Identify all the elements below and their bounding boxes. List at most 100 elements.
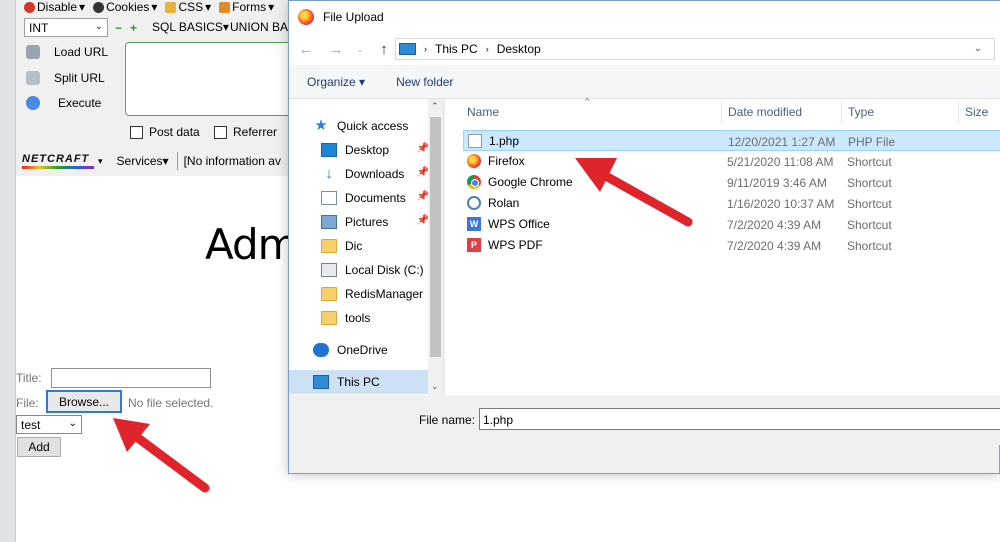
browse-button[interactable]: Browse... xyxy=(46,390,122,413)
sql-basics-menu[interactable]: SQL BASICS▾ xyxy=(152,20,229,34)
nav-item-dic[interactable]: Dic xyxy=(321,235,429,257)
screen: Disable ▾ Cookies ▾ CSS ▾ Forms ▾ INT ⌄ − + … xyxy=(0,0,1000,542)
disable-icon xyxy=(24,1,35,13)
star-icon: ★ xyxy=(314,117,328,134)
chevron-down-icon: ⌄ xyxy=(68,418,77,429)
file-upload-dialog: File Upload ← → ⌄ ↑ › This PC › Desktop … xyxy=(288,0,1000,474)
address-row: ← → ⌄ ↑ › This PC › Desktop ⌄ xyxy=(289,33,1000,65)
arrow-head-icon xyxy=(113,418,150,452)
nav-item-pictures[interactable]: Pictures 📌 xyxy=(321,211,429,233)
back-arrow-icon[interactable]: ← xyxy=(295,41,317,58)
split-url-button[interactable]: Split URL xyxy=(26,71,105,85)
column-divider[interactable] xyxy=(841,101,842,123)
nav-item-tools[interactable]: tools xyxy=(321,307,429,329)
divider xyxy=(176,152,178,170)
navigation-pane: ★ Quick access Desktop 📌 ↓ Downloads 📌 D… xyxy=(289,99,444,395)
breadcrumb-desktop[interactable]: Desktop xyxy=(497,42,541,56)
download-icon: ↓ xyxy=(325,165,333,182)
referrer-checkbox[interactable] xyxy=(214,125,227,139)
command-bar: Organize ▾ New folder xyxy=(289,65,1000,99)
scroll-down-icon[interactable]: ⌄ xyxy=(431,381,439,392)
minus-icon[interactable]: − xyxy=(115,21,122,35)
file-row-firefox[interactable]: Firefox 5/21/2020 11:08 AM Shortcut xyxy=(463,151,1000,172)
file-row-rolan[interactable]: Rolan 1/16/2020 10:37 AM Shortcut xyxy=(463,193,1000,214)
breadcrumb-separator-icon[interactable]: › xyxy=(486,44,489,54)
post-data-option[interactable]: Post data xyxy=(130,125,200,139)
dialog-titlebar[interactable]: File Upload xyxy=(289,1,1000,33)
referrer-option[interactable]: Referrer xyxy=(214,125,277,139)
nav-item-desktop[interactable]: Desktop 📌 xyxy=(321,139,429,161)
recent-chevron-icon[interactable]: ⌄ xyxy=(349,44,371,55)
scrollbar-thumb[interactable] xyxy=(430,117,441,357)
nav-quick-access[interactable]: ★ Quick access xyxy=(313,115,443,137)
breadcrumb-separator-icon[interactable]: › xyxy=(424,44,427,54)
column-divider[interactable] xyxy=(958,101,959,123)
toolbar-forms[interactable]: Forms ▾ xyxy=(219,0,274,14)
chevron-down-icon[interactable]: ⌄ xyxy=(974,43,982,54)
column-name[interactable]: Name xyxy=(467,105,499,119)
picture-icon xyxy=(321,215,337,229)
nav-item-this-pc[interactable]: This PC xyxy=(313,371,443,393)
firefox-icon xyxy=(467,154,481,168)
drive-icon xyxy=(321,263,337,277)
column-size[interactable]: Size xyxy=(965,105,988,119)
union-menu[interactable]: UNION BAS xyxy=(230,20,296,34)
toolbar-css[interactable]: CSS ▾ xyxy=(165,0,211,14)
netcraft-toolbar: NETCRAFT ▾ Services▾ [No information av xyxy=(16,148,306,174)
php-file-icon xyxy=(468,134,482,148)
chevron-down-icon[interactable]: ▾ xyxy=(98,156,103,167)
add-button[interactable]: Add xyxy=(17,437,61,457)
column-date-modified[interactable]: Date modified xyxy=(728,105,802,119)
organize-menu[interactable]: Organize ▾ xyxy=(307,75,365,89)
nav-item-local-disk[interactable]: Local Disk (C:) xyxy=(321,259,429,281)
execute-button[interactable]: Execute xyxy=(26,96,101,110)
wps-icon: W xyxy=(467,217,481,231)
title-label: Title: xyxy=(16,371,42,385)
computer-icon xyxy=(313,375,329,389)
netcraft-logo[interactable]: NETCRAFT xyxy=(22,153,94,169)
new-folder-button[interactable]: New folder xyxy=(396,75,453,89)
breadcrumb-this-pc[interactable]: This PC xyxy=(435,42,478,56)
site-info-text: [No information av xyxy=(183,154,281,168)
arrow-to-browse-button xyxy=(125,427,210,493)
file-name-input[interactable]: 1.php xyxy=(479,408,1000,430)
folder-icon xyxy=(321,311,337,325)
up-arrow-icon[interactable]: ↑ xyxy=(373,41,395,58)
toolbar-cookies[interactable]: Cookies ▾ xyxy=(93,0,157,14)
file-label: File: xyxy=(16,396,39,410)
file-list: ^ Name Date modified Type Size 1.php 12/… xyxy=(445,96,1000,395)
nav-scrollbar[interactable]: ⌃ ⌄ xyxy=(428,99,443,395)
forward-arrow-icon[interactable]: → xyxy=(325,41,347,58)
encoding-select[interactable]: INT ⌄ xyxy=(24,18,108,37)
cloud-icon xyxy=(313,343,329,357)
increment-controls: − + xyxy=(115,21,137,35)
toolbar-disable[interactable]: Disable ▾ xyxy=(24,0,85,14)
column-divider[interactable] xyxy=(721,101,722,123)
nav-item-downloads[interactable]: ↓ Downloads 📌 xyxy=(321,163,429,185)
nav-item-redismanager[interactable]: RedisManager xyxy=(321,283,429,305)
chevron-down-icon: ⌄ xyxy=(94,21,103,32)
scissors-icon xyxy=(26,71,40,85)
plus-icon[interactable]: + xyxy=(130,21,137,35)
title-input[interactable] xyxy=(51,368,211,388)
play-icon xyxy=(26,96,40,110)
nav-item-documents[interactable]: Documents 📌 xyxy=(321,187,429,209)
file-name-label: File name: xyxy=(419,413,476,427)
load-url-button[interactable]: Load URL xyxy=(26,45,108,59)
cookie-icon xyxy=(93,1,105,13)
page-title: Adm xyxy=(205,220,299,269)
file-row-wps-pdf[interactable]: P WPS PDF 7/2/2020 4:39 AM Shortcut xyxy=(463,235,1000,256)
post-data-checkbox[interactable] xyxy=(130,125,143,139)
rolan-icon xyxy=(467,196,481,210)
column-type[interactable]: Type xyxy=(848,105,874,119)
scroll-up-icon[interactable]: ⌃ xyxy=(431,101,439,112)
url-textarea[interactable] xyxy=(125,42,305,116)
file-row-wps-office[interactable]: W WPS Office 7/2/2020 4:39 AM Shortcut xyxy=(463,214,1000,235)
file-row-1php[interactable]: 1.php 12/20/2021 1:27 AM PHP File xyxy=(463,130,1000,151)
category-select[interactable]: test ⌄ xyxy=(16,415,82,434)
file-status-text: No file selected. xyxy=(128,396,214,410)
nav-item-onedrive[interactable]: OneDrive xyxy=(313,339,443,361)
services-menu[interactable]: Services▾ xyxy=(117,154,169,168)
file-row-chrome[interactable]: Google Chrome 9/11/2019 3:46 AM Shortcut xyxy=(463,172,1000,193)
breadcrumb[interactable]: › This PC › Desktop ⌄ xyxy=(395,38,995,60)
